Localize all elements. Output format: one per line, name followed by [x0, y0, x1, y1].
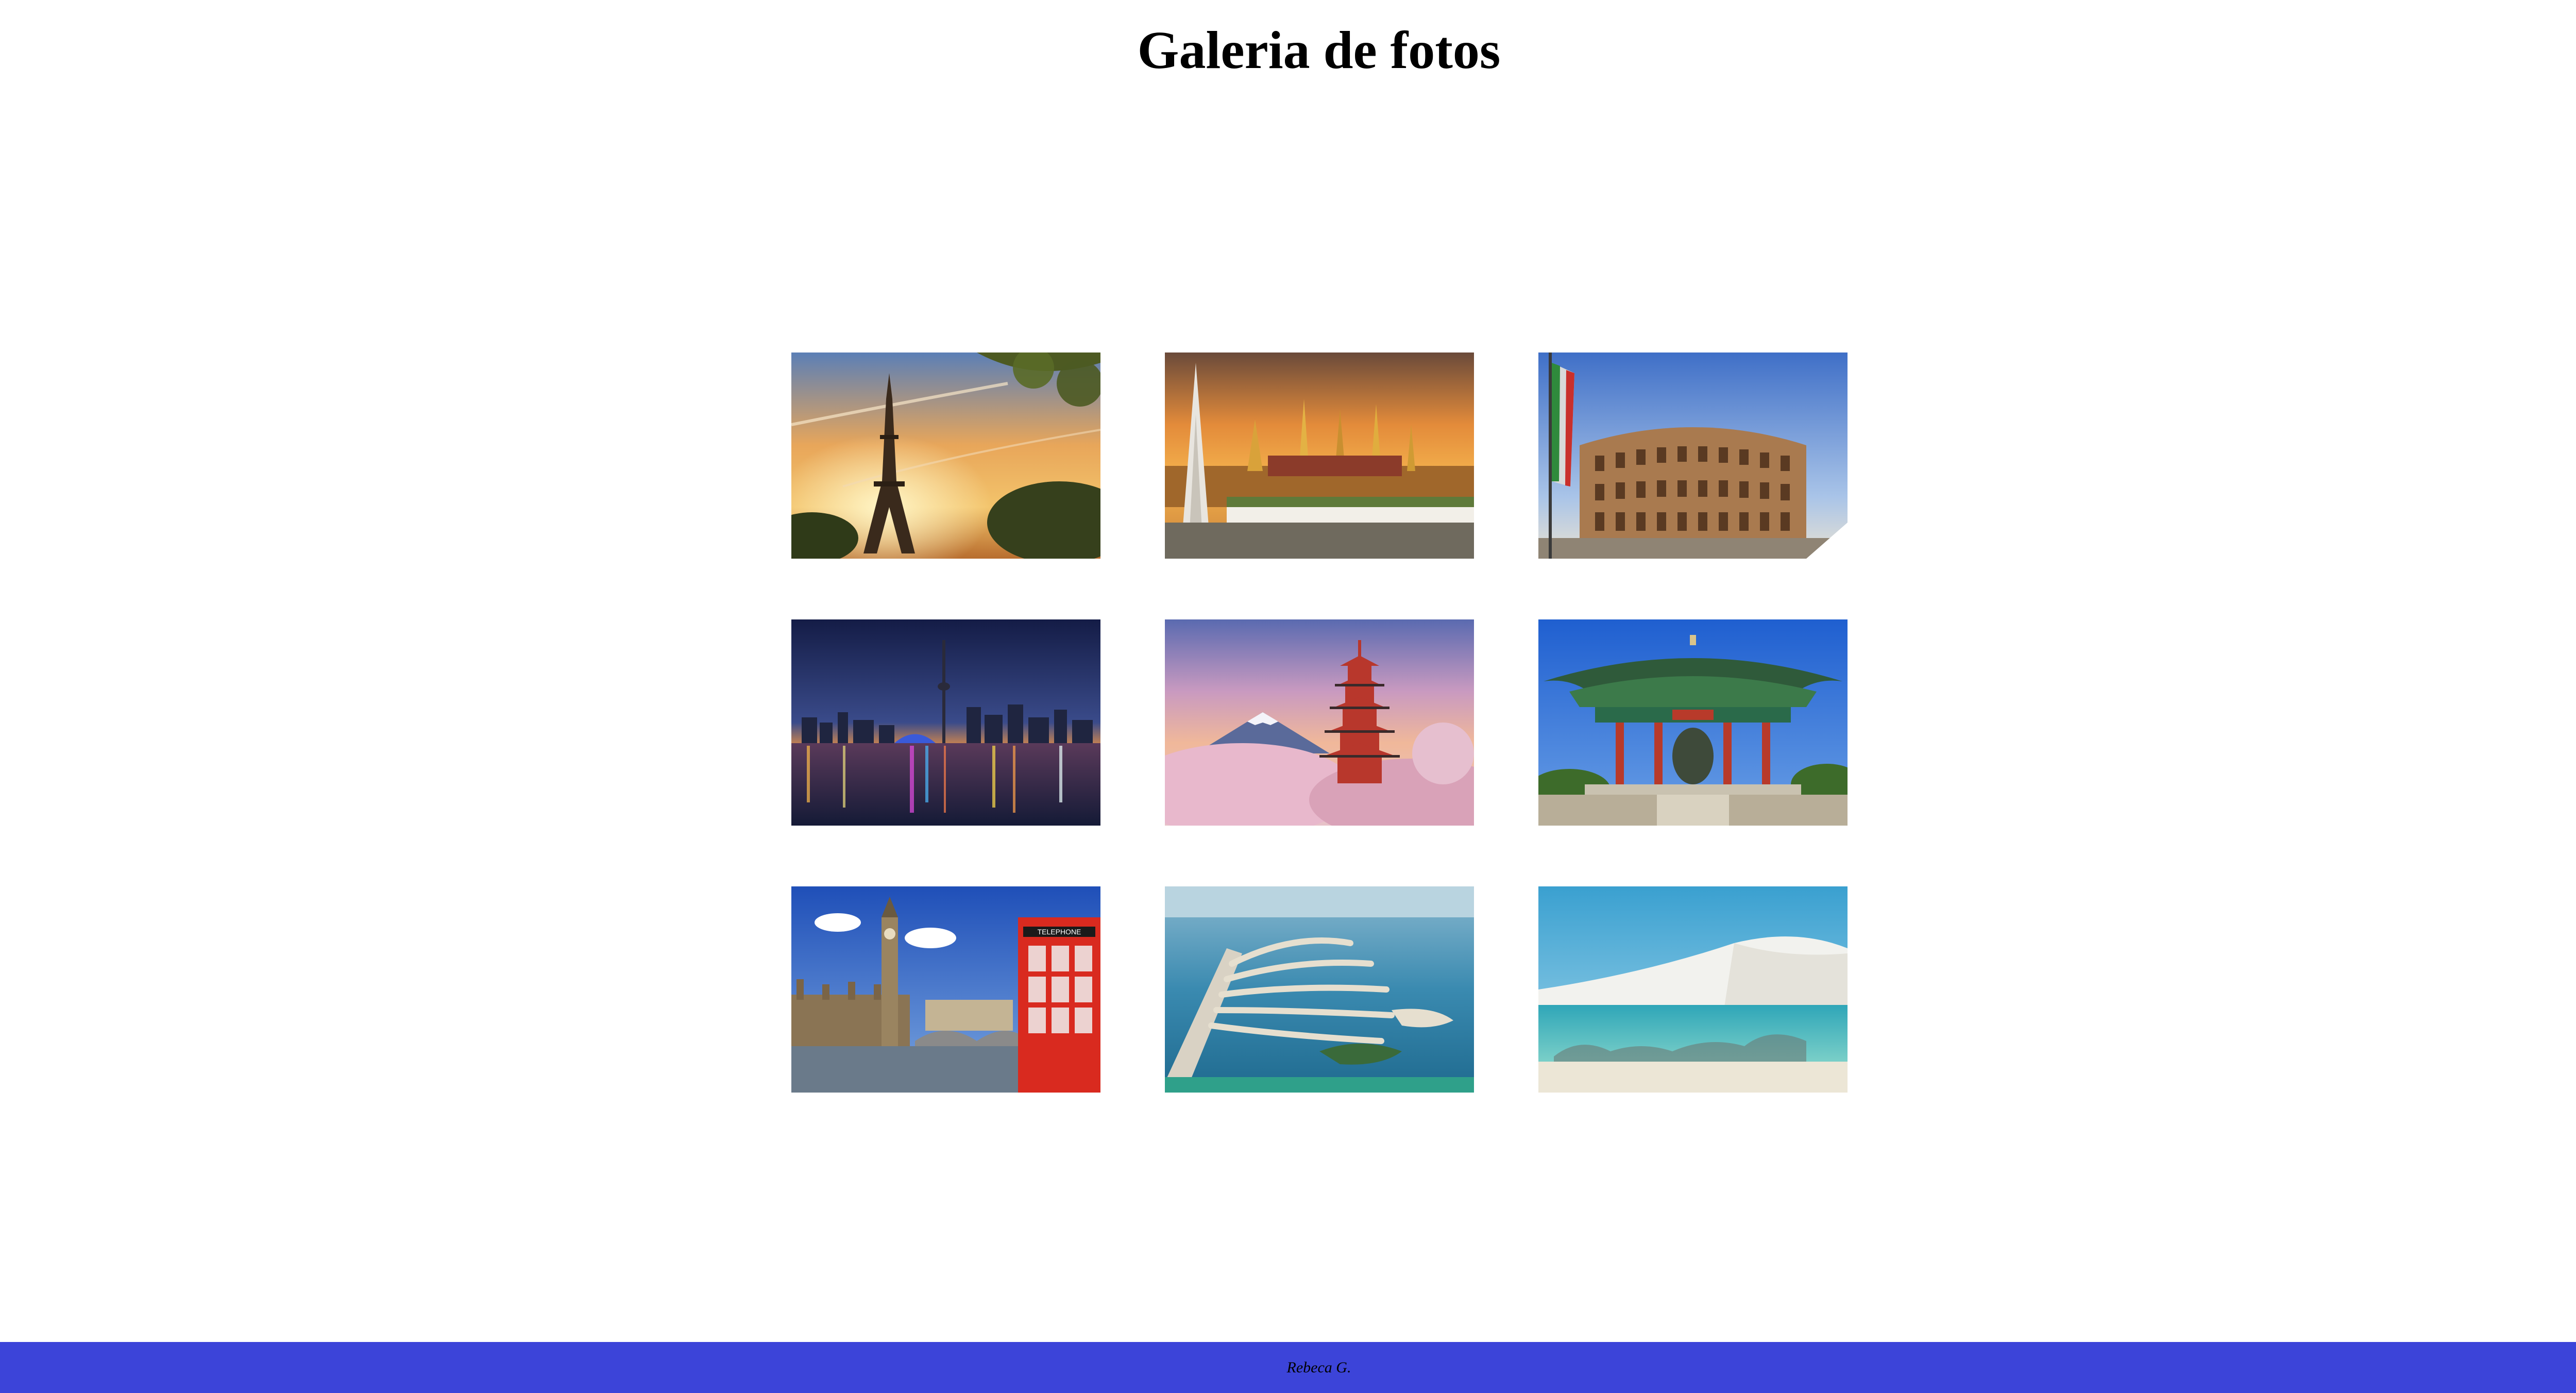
gallery-photo-eiffel-tower[interactable] — [791, 353, 1100, 559]
page-footer: Rebeca G. — [0, 1342, 2576, 1393]
gallery-photo-palm-jumeirah[interactable] — [1165, 886, 1474, 1093]
gallery-photo-grand-palace[interactable] — [1165, 353, 1474, 559]
page-title: Galeria de fotos — [1137, 21, 1501, 80]
gallery-photo-bell-pavilion[interactable] — [1538, 619, 1848, 826]
gallery-photo-colosseum[interactable] — [1538, 353, 1848, 559]
toronto-skyline-image — [791, 619, 1100, 826]
colosseum-image — [1538, 353, 1848, 559]
gallery-photo-toronto-skyline[interactable] — [791, 619, 1100, 826]
big-ben-image: TELEPHONE — [791, 886, 1100, 1093]
lencois-image — [1538, 886, 1848, 1093]
footer-author: Rebeca G. — [1286, 1358, 1351, 1376]
grand-palace-image — [1165, 353, 1474, 559]
gallery-photo-big-ben[interactable]: TELEPHONE — [791, 886, 1100, 1093]
pagoda-fuji-image — [1165, 619, 1474, 826]
photo-gallery: TELEPHONE — [791, 353, 1848, 1093]
gallery-photo-lencois[interactable] — [1538, 886, 1848, 1093]
bell-pavilion-image — [1538, 619, 1848, 826]
gallery-photo-pagoda-fuji[interactable] — [1165, 619, 1474, 826]
palm-jumeirah-image — [1165, 886, 1474, 1093]
eiffel-tower-image — [791, 353, 1100, 559]
telephone-sign: TELEPHONE — [1038, 928, 1081, 936]
